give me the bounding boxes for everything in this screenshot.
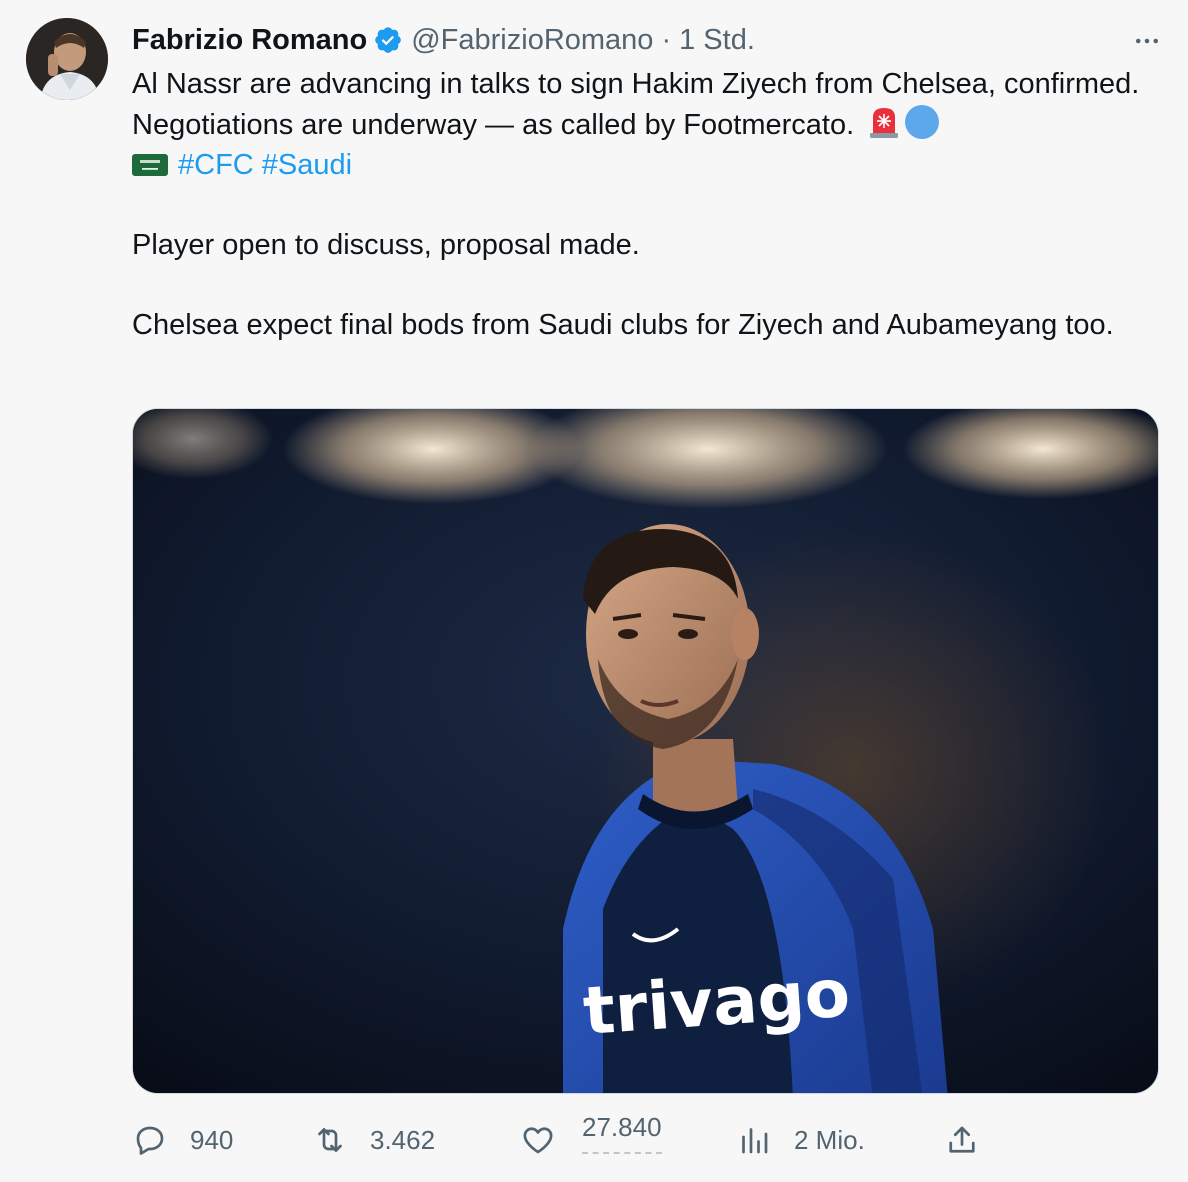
tweet-paragraph-3: Chelsea expect final bods from Saudi clu… [132,309,1114,341]
views-icon [742,1128,768,1154]
author-avatar[interactable] [26,18,108,100]
tweet-hashtags-line: #CFC #Saudi [132,145,1152,185]
hashtag-saudi-link[interactable]: #Saudi [262,149,352,181]
views-button[interactable]: 2 Mio. [736,1112,865,1168]
tweet-timestamp[interactable]: 1 Std. [679,24,755,57]
reply-count: 940 [190,1124,234,1155]
hashtag-cfc-link[interactable]: #CFC [178,149,254,181]
more-options-button[interactable] [1130,24,1164,58]
retweet-button[interactable]: 3.462 [312,1112,435,1168]
tweet-paragraph-2: Player open to discuss, proposal made. [132,229,640,261]
verified-badge-icon[interactable] [373,25,403,55]
tweet-actions-bar: 940 3.462 27.840 2 Mio. [132,1112,1152,1172]
tweet-card: Fabrizio Romano @FabrizioRomano · 1 Std.… [0,0,1188,1182]
police-light-emoji [866,104,902,140]
like-icon [523,1127,553,1154]
retweet-count: 3.462 [370,1124,436,1155]
tweet-paragraph-1: Al Nassr are advancing in talks to sign … [132,64,1152,145]
tweet-text: Al Nassr are advancing in talks to sign … [132,64,1152,345]
share-button[interactable] [944,1112,980,1168]
share-icon [949,1126,975,1153]
author-handle[interactable]: @FabrizioRomano [411,24,653,57]
tweet-main-text: Al Nassr are advancing in talks to sign … [132,68,1140,141]
retweet-icon [318,1128,342,1152]
like-button[interactable] [520,1112,556,1168]
blue-circle-emoji [904,104,940,140]
reply-icon [136,1126,164,1155]
more-horizontal-icon [1136,38,1158,44]
tweet-header: Fabrizio Romano @FabrizioRomano · 1 Std. [132,22,755,58]
views-count: 2 Mio. [794,1124,865,1155]
football-player-photo: trivago [133,409,1158,1093]
tweet-media-image[interactable]: trivago [132,408,1159,1094]
reply-button[interactable]: 940 [132,1112,233,1168]
saudi-arabia-flag-emoji [132,150,168,178]
like-count: 27.840 [582,1112,662,1142]
author-name[interactable]: Fabrizio Romano [132,24,367,57]
separator-dot: · [661,23,672,56]
animated-count-placeholder [582,1152,662,1158]
profile-photo [26,18,108,100]
